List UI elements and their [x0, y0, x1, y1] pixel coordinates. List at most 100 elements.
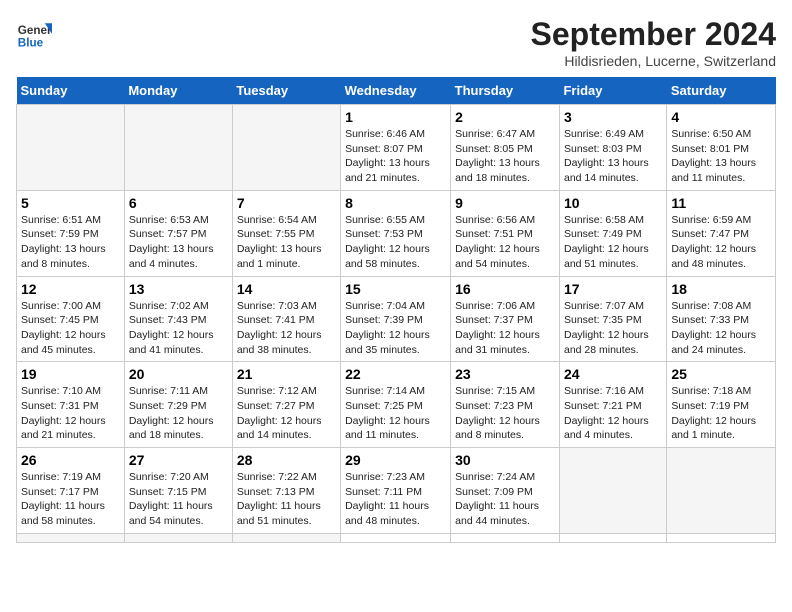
table-row: 6 Sunrise: 6:53 AM Sunset: 7:57 PM Daylig…	[124, 190, 232, 276]
table-row	[124, 105, 232, 191]
table-row	[17, 105, 125, 191]
day-number: 12	[21, 281, 120, 297]
day-info: Sunrise: 6:49 AM Sunset: 8:03 PM Dayligh…	[564, 127, 662, 186]
calendar-table: Sunday Monday Tuesday Wednesday Thursday…	[16, 77, 776, 543]
table-row: 3 Sunrise: 6:49 AM Sunset: 8:03 PM Daylig…	[559, 105, 666, 191]
day-info: Sunrise: 7:23 AM Sunset: 7:11 PM Dayligh…	[345, 470, 446, 529]
calendar-subtitle: Hildisrieden, Lucerne, Switzerland	[531, 53, 776, 69]
calendar-row: 26 Sunrise: 7:19 AM Sunset: 7:17 PM Dayli…	[17, 448, 776, 534]
day-number: 11	[671, 195, 771, 211]
day-number: 23	[455, 366, 555, 382]
day-info: Sunrise: 7:22 AM Sunset: 7:13 PM Dayligh…	[237, 470, 336, 529]
day-number: 22	[345, 366, 446, 382]
day-number: 2	[455, 109, 555, 125]
table-row: 28 Sunrise: 7:22 AM Sunset: 7:13 PM Dayli…	[232, 448, 340, 534]
day-info: Sunrise: 7:19 AM Sunset: 7:17 PM Dayligh…	[21, 470, 120, 529]
day-info: Sunrise: 7:03 AM Sunset: 7:41 PM Dayligh…	[237, 299, 336, 358]
day-info: Sunrise: 7:14 AM Sunset: 7:25 PM Dayligh…	[345, 384, 446, 443]
day-number: 7	[237, 195, 336, 211]
day-number: 18	[671, 281, 771, 297]
calendar-row: 5 Sunrise: 6:51 AM Sunset: 7:59 PM Daylig…	[17, 190, 776, 276]
header-saturday: Saturday	[667, 77, 776, 105]
table-row: 25 Sunrise: 7:18 AM Sunset: 7:19 PM Dayli…	[667, 362, 776, 448]
day-number: 24	[564, 366, 662, 382]
table-row: 29 Sunrise: 7:23 AM Sunset: 7:11 PM Dayli…	[341, 448, 451, 534]
header-tuesday: Tuesday	[232, 77, 340, 105]
table-row: 12Sunrise: 7:00 AM Sunset: 7:45 PM Dayli…	[17, 276, 125, 362]
day-info: Sunrise: 6:56 AM Sunset: 7:51 PM Dayligh…	[455, 213, 555, 272]
table-row	[17, 533, 125, 542]
table-row: 21 Sunrise: 7:12 AM Sunset: 7:27 PM Dayli…	[232, 362, 340, 448]
logo-icon: General Blue	[16, 16, 52, 52]
day-info: Sunrise: 6:55 AM Sunset: 7:53 PM Dayligh…	[345, 213, 446, 272]
table-row	[341, 533, 451, 542]
day-number: 26	[21, 452, 120, 468]
day-number: 9	[455, 195, 555, 211]
weekday-header-row: Sunday Monday Tuesday Wednesday Thursday…	[17, 77, 776, 105]
table-row	[232, 105, 340, 191]
day-info: Sunrise: 7:16 AM Sunset: 7:21 PM Dayligh…	[564, 384, 662, 443]
table-row: 9 Sunrise: 6:56 AM Sunset: 7:51 PM Daylig…	[451, 190, 560, 276]
table-row: 16 Sunrise: 7:06 AM Sunset: 7:37 PM Dayli…	[451, 276, 560, 362]
table-row: 13Sunrise: 7:02 AM Sunset: 7:43 PM Dayli…	[124, 276, 232, 362]
day-number: 25	[671, 366, 771, 382]
day-number: 28	[237, 452, 336, 468]
day-info: Sunrise: 7:02 AM Sunset: 7:43 PM Dayligh…	[129, 299, 228, 358]
calendar-row: 12Sunrise: 7:00 AM Sunset: 7:45 PM Dayli…	[17, 276, 776, 362]
day-number: 6	[129, 195, 228, 211]
table-row: 7Sunrise: 6:54 AM Sunset: 7:55 PM Daylig…	[232, 190, 340, 276]
table-row: 5 Sunrise: 6:51 AM Sunset: 7:59 PM Daylig…	[17, 190, 125, 276]
day-number: 1	[345, 109, 446, 125]
day-info: Sunrise: 6:46 AM Sunset: 8:07 PM Dayligh…	[345, 127, 446, 186]
day-info: Sunrise: 7:18 AM Sunset: 7:19 PM Dayligh…	[671, 384, 771, 443]
day-number: 14	[237, 281, 336, 297]
table-row: 18 Sunrise: 7:08 AM Sunset: 7:33 PM Dayli…	[667, 276, 776, 362]
day-info: Sunrise: 6:50 AM Sunset: 8:01 PM Dayligh…	[671, 127, 771, 186]
day-number: 3	[564, 109, 662, 125]
header-thursday: Thursday	[451, 77, 560, 105]
day-number: 29	[345, 452, 446, 468]
table-row: 10Sunrise: 6:58 AM Sunset: 7:49 PM Dayli…	[559, 190, 666, 276]
calendar-row: 1 Sunrise: 6:46 AM Sunset: 8:07 PM Daylig…	[17, 105, 776, 191]
day-number: 27	[129, 452, 228, 468]
day-number: 17	[564, 281, 662, 297]
table-row: 23 Sunrise: 7:15 AM Sunset: 7:23 PM Dayli…	[451, 362, 560, 448]
table-row: 27Sunrise: 7:20 AM Sunset: 7:15 PM Dayli…	[124, 448, 232, 534]
calendar-row: 19Sunrise: 7:10 AM Sunset: 7:31 PM Dayli…	[17, 362, 776, 448]
table-row: 30Sunrise: 7:24 AM Sunset: 7:09 PM Dayli…	[451, 448, 560, 534]
day-number: 21	[237, 366, 336, 382]
day-number: 8	[345, 195, 446, 211]
day-info: Sunrise: 7:08 AM Sunset: 7:33 PM Dayligh…	[671, 299, 771, 358]
day-info: Sunrise: 7:07 AM Sunset: 7:35 PM Dayligh…	[564, 299, 662, 358]
day-info: Sunrise: 6:53 AM Sunset: 7:57 PM Dayligh…	[129, 213, 228, 272]
day-info: Sunrise: 7:15 AM Sunset: 7:23 PM Dayligh…	[455, 384, 555, 443]
day-info: Sunrise: 7:12 AM Sunset: 7:27 PM Dayligh…	[237, 384, 336, 443]
table-row	[559, 448, 666, 534]
table-row: 26 Sunrise: 7:19 AM Sunset: 7:17 PM Dayli…	[17, 448, 125, 534]
title-area: September 2024 Hildisrieden, Lucerne, Sw…	[531, 16, 776, 69]
day-info: Sunrise: 6:59 AM Sunset: 7:47 PM Dayligh…	[671, 213, 771, 272]
day-info: Sunrise: 6:47 AM Sunset: 8:05 PM Dayligh…	[455, 127, 555, 186]
day-number: 4	[671, 109, 771, 125]
page-header: General Blue September 2024 Hildisrieden…	[16, 16, 776, 69]
day-number: 19	[21, 366, 120, 382]
day-info: Sunrise: 7:06 AM Sunset: 7:37 PM Dayligh…	[455, 299, 555, 358]
day-info: Sunrise: 7:24 AM Sunset: 7:09 PM Dayligh…	[455, 470, 555, 529]
day-info: Sunrise: 7:04 AM Sunset: 7:39 PM Dayligh…	[345, 299, 446, 358]
table-row: 4 Sunrise: 6:50 AM Sunset: 8:01 PM Daylig…	[667, 105, 776, 191]
table-row: 2 Sunrise: 6:47 AM Sunset: 8:05 PM Daylig…	[451, 105, 560, 191]
day-number: 10	[564, 195, 662, 211]
header-sunday: Sunday	[17, 77, 125, 105]
table-row	[559, 533, 666, 542]
svg-text:Blue: Blue	[18, 37, 44, 50]
day-info: Sunrise: 6:51 AM Sunset: 7:59 PM Dayligh…	[21, 213, 120, 272]
table-row: 20Sunrise: 7:11 AM Sunset: 7:29 PM Dayli…	[124, 362, 232, 448]
day-number: 5	[21, 195, 120, 211]
day-number: 15	[345, 281, 446, 297]
table-row: 14 Sunrise: 7:03 AM Sunset: 7:41 PM Dayli…	[232, 276, 340, 362]
day-number: 20	[129, 366, 228, 382]
table-row: 24 Sunrise: 7:16 AM Sunset: 7:21 PM Dayli…	[559, 362, 666, 448]
table-row	[451, 533, 560, 542]
table-row: 17 Sunrise: 7:07 AM Sunset: 7:35 PM Dayli…	[559, 276, 666, 362]
day-number: 16	[455, 281, 555, 297]
